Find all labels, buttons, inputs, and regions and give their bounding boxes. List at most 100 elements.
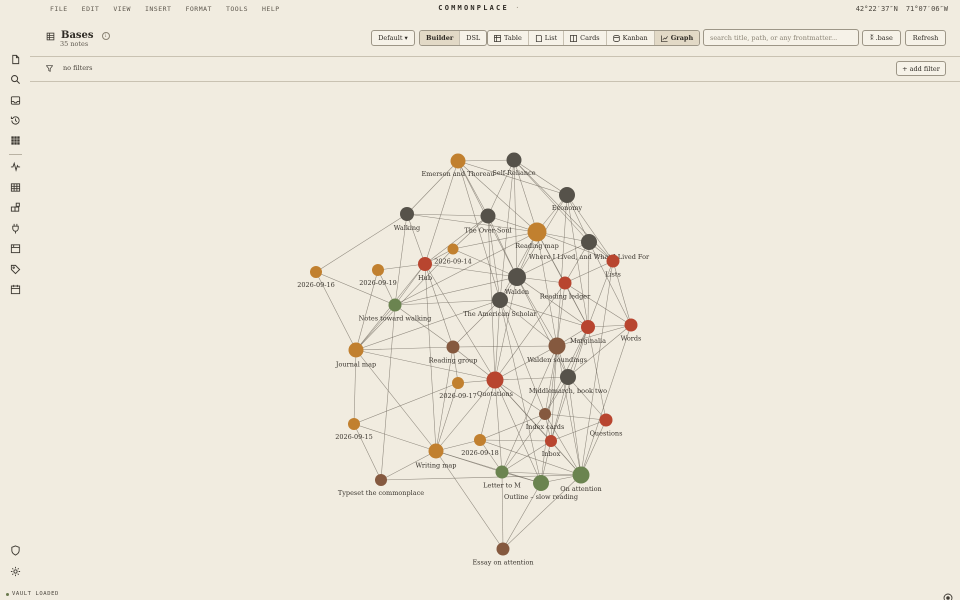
graph-node-dot[interactable] [539,408,551,420]
graph-node-dot[interactable] [446,340,460,354]
graph-node-dot[interactable] [599,413,613,427]
blocks-icon[interactable] [10,202,21,213]
graph-node-index[interactable]: Index cards [526,408,565,431]
graph-node-dot[interactable] [450,153,466,169]
graph-node-dot[interactable] [496,542,510,556]
graph-node-middle[interactable]: Middlemarch, book two [529,369,607,395]
refresh-button[interactable]: Refresh [905,30,946,46]
graph-node-dot[interactable] [375,474,387,486]
menu-tools[interactable]: TOOLS [226,5,248,13]
graph-node-journal[interactable]: Journal map [335,342,376,369]
graph-node-typeset[interactable]: Typeset the commonplace [338,474,424,497]
info-icon[interactable]: i [101,31,110,40]
graph-node-dot[interactable] [624,318,638,332]
graph-node-inbox[interactable]: Inbox [542,435,561,458]
graph-node-dot[interactable] [545,435,557,447]
graph-node-hub[interactable]: Hub [418,257,432,282]
history-icon[interactable] [10,115,21,126]
tab-list[interactable]: List [529,31,565,45]
menu-format[interactable]: FORMAT [185,5,211,13]
graph-node-economy[interactable]: Economy [552,187,583,212]
graph-node-dot[interactable] [418,257,432,271]
graph-node-dot[interactable] [447,243,459,255]
graph-node-dot[interactable] [506,152,522,168]
graph-node-lists[interactable]: Lists [605,254,621,279]
search-icon[interactable] [10,74,21,85]
plug-icon[interactable] [10,223,21,234]
graph-node-dot[interactable] [400,207,414,221]
graph-node-readmap[interactable]: Reading map [515,222,559,251]
tab-table[interactable]: Table [488,31,529,45]
graph-node-d0918[interactable]: 2026-09-18 [461,434,499,457]
search-input[interactable] [703,29,859,46]
menu-view[interactable]: VIEW [113,5,131,13]
graph-node-marginalia[interactable]: Marginalia [570,320,606,345]
graph-node-ledger[interactable]: Reading ledger [540,276,591,301]
graph-node-dot[interactable] [508,268,526,286]
graph-node-dot[interactable] [492,292,508,308]
graph-node-dot[interactable] [474,434,486,446]
graph-node-selfrel[interactable]: Self-Reliance [492,152,536,178]
shield-icon[interactable] [10,545,21,556]
sync-icon[interactable] [943,588,953,600]
graph-node-dot[interactable] [560,369,576,385]
graph-node-notes[interactable]: Notes toward walking [359,298,432,323]
graph-node-wmap[interactable]: Writing map [416,443,457,470]
graph-node-dot[interactable] [486,371,504,389]
graph-node-oversoul[interactable]: The Over-Soul [464,208,512,235]
graph-node-questions[interactable]: Questions [590,413,623,438]
graph-node-dot[interactable] [559,187,575,203]
calendar-icon[interactable] [10,284,21,295]
graph-node-dot[interactable] [388,298,402,312]
graph-node-dot[interactable] [372,264,384,276]
graph-node-emerson[interactable]: Emerson and Thoreau [421,153,495,179]
view-select[interactable]: Default ▾ [371,30,415,46]
graph-node-attention[interactable]: On attention [560,466,602,494]
tab-kanban[interactable]: Kanban [607,31,655,45]
tab-cards[interactable]: Cards [564,31,607,45]
mode-dsl[interactable]: DSL [460,31,486,45]
graph-node-dot[interactable] [495,465,509,479]
graph-node-d0914[interactable]: 2026-09-14 [434,243,472,266]
graph-node-dot[interactable] [527,222,547,242]
graph-node-dot[interactable] [581,320,595,334]
graph-node-d0915[interactable]: 2026-09-15 [335,418,373,441]
graph-node-letter[interactable]: Letter to M [483,465,521,490]
graph-node-walking[interactable]: Walking [394,207,420,232]
graph-node-dot[interactable] [558,276,572,290]
graph-node-quot[interactable]: Quotations [477,371,513,399]
graph-node-rgroup[interactable]: Reading group [429,340,478,365]
calendar-grid-icon[interactable] [10,243,21,254]
mode-builder[interactable]: Builder [420,31,461,45]
graph-node-essay[interactable]: Essay on attention [472,542,534,567]
graph-node-dot[interactable] [572,466,590,484]
graph-node-dot[interactable] [452,377,464,389]
graph-node-dot[interactable] [581,234,597,250]
tag-icon[interactable] [10,264,21,275]
base-button[interactable]: ⁑ .base [862,30,901,46]
file-icon[interactable] [10,54,21,65]
graph-node-dot[interactable] [533,475,549,491]
gear-icon[interactable] [10,566,21,577]
inbox-icon[interactable] [10,95,21,106]
graph-node-dot[interactable] [310,266,322,278]
graph-node-dot[interactable] [428,443,444,459]
table-icon[interactable] [10,182,21,193]
graph-node-d0917[interactable]: 2026-09-17 [439,377,477,400]
graph-node-dot[interactable] [606,254,620,268]
tab-graph[interactable]: Graph [654,31,700,45]
graph-node-dot[interactable] [348,418,360,430]
graph-node-dot[interactable] [348,342,364,358]
menu-edit[interactable]: EDIT [82,5,100,13]
activity-icon[interactable] [10,161,21,172]
menu-insert[interactable]: INSERT [145,5,171,13]
menu-help[interactable]: HELP [262,5,280,13]
graph-node-d0916[interactable]: 2026-09-16 [297,266,335,289]
menu-file[interactable]: FILE [50,5,68,13]
graph-node-walden[interactable]: Walden [505,268,529,296]
graph-node-dot[interactable] [548,337,566,355]
graph-node-dot[interactable] [480,208,496,224]
graph-node-words[interactable]: Words [621,318,642,343]
grid-icon[interactable] [10,135,21,146]
add-filter-button[interactable]: + add filter [896,61,946,76]
